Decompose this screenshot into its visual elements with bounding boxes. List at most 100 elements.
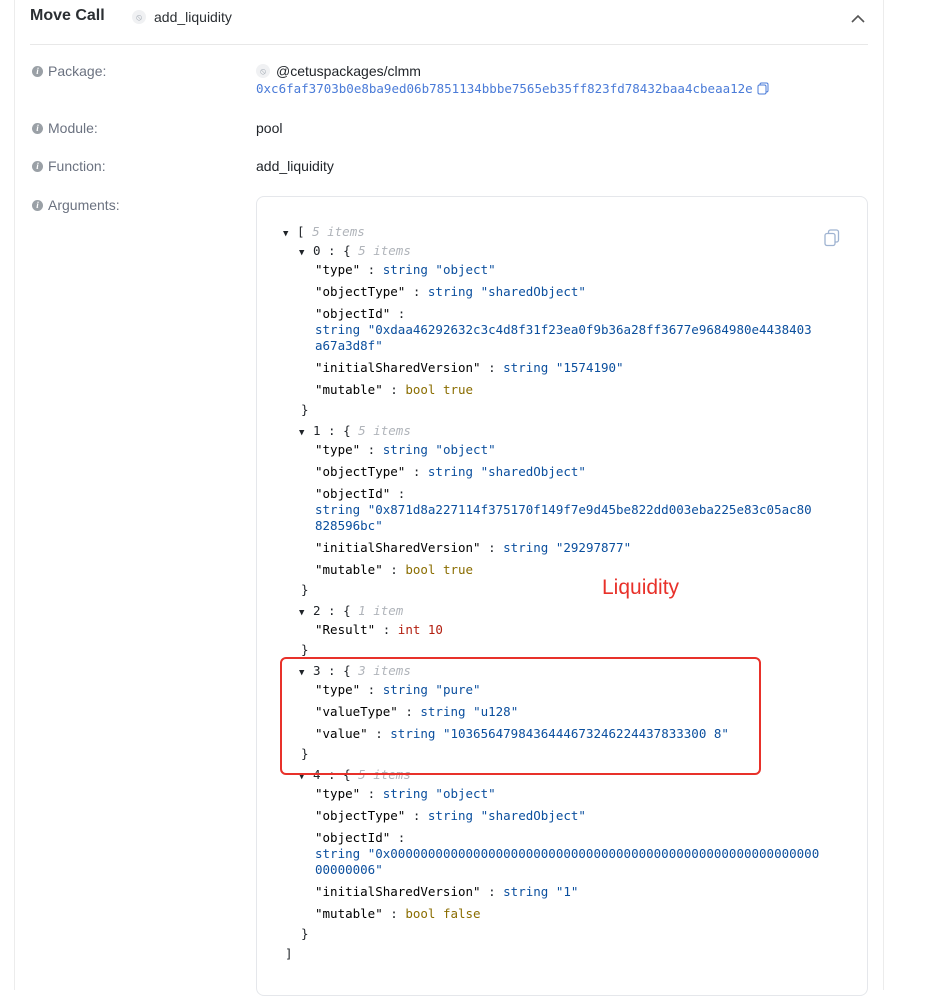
- json-type: string: [503, 360, 549, 375]
- collapse-arrow-icon[interactable]: ▼: [299, 245, 313, 261]
- json-field: "objectId" :: [315, 306, 406, 321]
- package-name: ⦸ @cetuspackages/clmm: [256, 63, 421, 79]
- json-field: a67a3d8f": [315, 338, 383, 354]
- json-close-brace: }: [301, 402, 309, 417]
- json-count: 1 item: [358, 603, 404, 618]
- json-key: "mutable": [315, 382, 383, 397]
- json-value: true: [442, 562, 474, 577]
- chevron-up-icon[interactable]: [848, 9, 868, 29]
- copy-json-icon[interactable]: [824, 229, 840, 247]
- json-field: "initialSharedVersion" : string "1": [315, 884, 579, 899]
- json-field: string "0x871d8a227114f375170f149f7e9d45…: [315, 502, 812, 518]
- json-value: "object": [435, 786, 496, 801]
- json-field: "mutable" : bool true: [315, 382, 474, 397]
- json-root-bracket: [: [297, 224, 305, 239]
- json-item-header[interactable]: ▼ 2 : { 1 item: [299, 603, 403, 621]
- json-value: 00000006": [315, 862, 383, 877]
- json-key: "objectType": [315, 464, 406, 479]
- json-type: bool: [405, 562, 436, 577]
- json-field: "mutable" : bool false: [315, 906, 481, 921]
- json-index: 0: [313, 243, 321, 258]
- arguments-label: i Arguments:: [32, 197, 120, 213]
- package-label-text: Package:: [48, 63, 107, 79]
- json-value: true: [442, 382, 474, 397]
- json-close-brace: }: [301, 582, 309, 597]
- json-item-header[interactable]: ▼ 0 : { 5 items: [299, 243, 411, 261]
- collapse-arrow-icon[interactable]: ▼: [299, 425, 313, 441]
- json-close-brace: }: [301, 926, 309, 941]
- json-count: 5 items: [358, 243, 411, 258]
- json-root-line[interactable]: ▼[ 5 items: [283, 224, 365, 242]
- json-value: "1": [555, 884, 579, 899]
- liquidity-annotation: Liquidity: [602, 576, 680, 599]
- json-key: "initialSharedVersion": [315, 884, 481, 899]
- function-chip-label: add_liquidity: [154, 9, 232, 25]
- json-item-header[interactable]: ▼ 1 : { 5 items: [299, 423, 411, 441]
- json-type: string: [315, 322, 361, 337]
- json-field: "type" : string "object": [315, 262, 496, 277]
- function-label: i Function:: [32, 158, 106, 174]
- json-field: "mutable" : bool true: [315, 562, 474, 577]
- json-field: "objectId" :: [315, 830, 406, 845]
- package-icon: ⦸: [256, 64, 270, 78]
- info-icon: i: [32, 122, 43, 134]
- json-type: bool: [405, 382, 436, 397]
- info-icon: i: [32, 160, 43, 172]
- move-call-header[interactable]: Move Call ⦸ add_liquidity: [30, 0, 868, 45]
- function-icon: ⦸: [132, 10, 146, 24]
- json-key: "initialSharedVersion": [315, 360, 481, 375]
- function-chip: ⦸ add_liquidity: [132, 9, 232, 25]
- json-field: string "0x000000000000000000000000000000…: [315, 846, 819, 862]
- collapse-arrow-icon[interactable]: ▼: [283, 226, 297, 242]
- json-value: 10: [427, 622, 443, 637]
- json-field: 00000006": [315, 862, 383, 878]
- json-type: string: [382, 262, 428, 277]
- json-key: "objectId": [315, 486, 391, 501]
- json-key: "mutable": [315, 562, 383, 577]
- json-value: "1574190": [555, 360, 624, 375]
- json-index: 2: [313, 603, 321, 618]
- json-field: "objectType" : string "sharedObject": [315, 284, 586, 299]
- json-value: 828596bc": [315, 518, 383, 533]
- json-index: 1: [313, 423, 321, 438]
- json-field: 828596bc": [315, 518, 383, 534]
- json-value: a67a3d8f": [315, 338, 383, 353]
- json-value: "sharedObject": [480, 284, 586, 299]
- copy-icon[interactable]: [757, 82, 769, 95]
- json-type: string: [382, 786, 428, 801]
- package-address-link[interactable]: 0xc6faf3703b0e8ba9ed06b7851134bbbe7565eb…: [256, 81, 769, 96]
- json-type: string: [315, 846, 361, 861]
- json-count: 5 items: [358, 423, 411, 438]
- module-label-text: Module:: [48, 120, 98, 136]
- json-value: "29297877": [555, 540, 632, 555]
- json-key: "objectType": [315, 808, 406, 823]
- json-field: "objectType" : string "sharedObject": [315, 808, 586, 823]
- function-value: add_liquidity: [256, 158, 334, 174]
- json-value: false: [442, 906, 481, 921]
- json-type: string: [427, 808, 474, 823]
- json-type: string: [315, 502, 361, 517]
- json-value: "0x871d8a227114f375170f149f7e9d45be822dd…: [367, 502, 812, 517]
- json-field: "objectType" : string "sharedObject": [315, 464, 586, 479]
- json-key: "objectType": [315, 284, 406, 299]
- module-value: pool: [256, 120, 283, 136]
- json-key: "type": [315, 786, 361, 801]
- package-address[interactable]: 0xc6faf3703b0e8ba9ed06b7851134bbbe7565eb…: [256, 81, 753, 96]
- json-key: "objectId": [315, 306, 391, 321]
- json-value: "object": [435, 442, 496, 457]
- package-label: i Package:: [32, 63, 106, 79]
- json-type: string: [427, 284, 474, 299]
- json-type: bool: [405, 906, 436, 921]
- json-value: "0xdaa46292632c3c4d8f31f23ea0f9b36a28ff3…: [367, 322, 812, 337]
- package-name-text: @cetuspackages/clmm: [276, 63, 421, 79]
- json-value: "sharedObject": [480, 464, 586, 479]
- json-close-brace: }: [301, 642, 309, 657]
- function-label-text: Function:: [48, 158, 106, 174]
- collapse-arrow-icon[interactable]: ▼: [299, 605, 313, 621]
- arguments-label-text: Arguments:: [48, 197, 120, 213]
- json-root-close: ]: [285, 946, 293, 961]
- json-type: string: [427, 464, 474, 479]
- json-root-count: 5 items: [312, 224, 365, 239]
- json-field: "objectId" :: [315, 486, 406, 501]
- liquidity-highlight-box: [280, 657, 761, 775]
